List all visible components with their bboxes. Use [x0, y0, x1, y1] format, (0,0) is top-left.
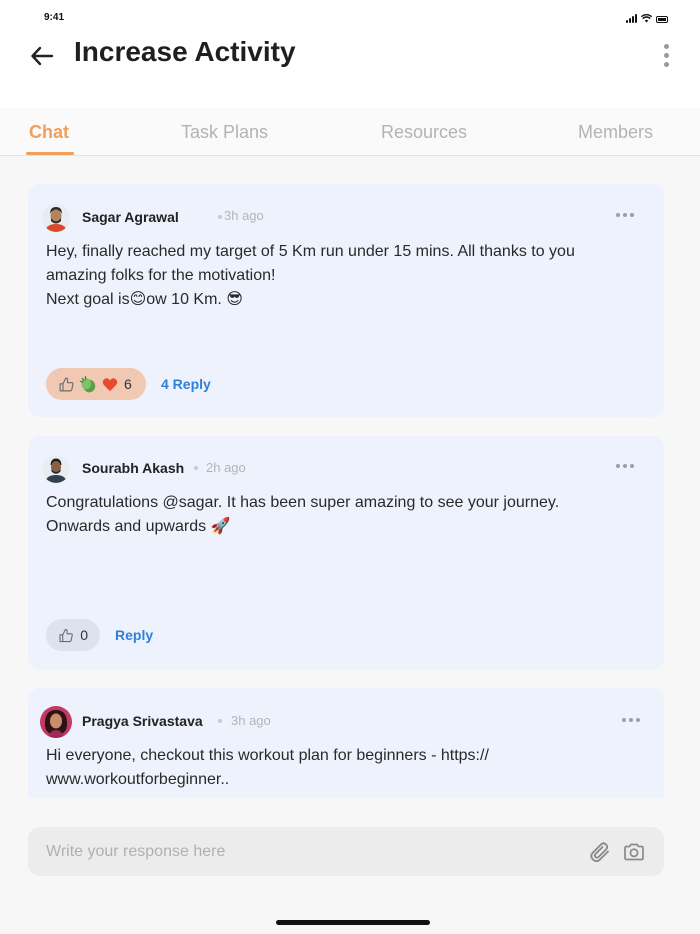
post-card: Sourabh Akash 2h ago Congratulations @sa…: [28, 436, 664, 670]
back-arrow-icon: [31, 46, 54, 66]
page-title: Increase Activity: [74, 36, 296, 67]
tab-bar: Chat Task Plans Resources Members: [0, 108, 700, 156]
message-line: Next goal is😊ow 10 Km. 😎: [46, 291, 243, 308]
camera-button[interactable]: [622, 840, 646, 864]
reactions-pill[interactable]: 0: [46, 619, 100, 651]
tab-task-plans[interactable]: Task Plans: [181, 122, 268, 143]
message-line: www.workoutforbeginner..: [46, 771, 230, 788]
message-line: Congratulations @sagar. It has been supe…: [46, 494, 560, 511]
back-button[interactable]: [26, 40, 58, 72]
tab-resources[interactable]: Resources: [381, 122, 467, 143]
post-time: 2h ago: [206, 460, 246, 475]
more-horizontal-icon[interactable]: [612, 209, 638, 221]
composer: [28, 827, 664, 876]
more-horizontal-icon[interactable]: [618, 714, 644, 726]
post-author[interactable]: Sourabh Akash: [82, 460, 184, 476]
chat-feed[interactable]: Sagar Agrawal 3h ago Hey, finally reache…: [0, 157, 700, 798]
active-tab-indicator: [26, 152, 74, 155]
battery-icon: [656, 16, 668, 23]
status-time: 9:41: [44, 12, 65, 23]
thumbs-up-icon: [59, 377, 74, 391]
home-indicator: [276, 920, 430, 925]
post-card: Pragya Srivastava 3h ago Hi everyone, ch…: [28, 688, 664, 798]
separator-dot: [218, 215, 222, 219]
clapping-hands-icon: [80, 375, 96, 392]
tab-chat[interactable]: Chat: [29, 122, 69, 143]
attachment-button[interactable]: [588, 840, 612, 864]
message-line: Onwards and upwards 🚀: [46, 518, 231, 535]
signal-icon: [626, 14, 637, 23]
reaction-count: 6: [124, 376, 132, 392]
post-message: Congratulations @sagar. It has been supe…: [46, 491, 626, 539]
avatar[interactable]: [42, 455, 70, 483]
reply-link[interactable]: Reply: [115, 627, 153, 643]
more-vertical-icon[interactable]: [660, 40, 672, 70]
post-time: 3h ago: [224, 208, 264, 223]
wifi-icon: [641, 14, 652, 23]
attachment-icon: [590, 842, 609, 863]
tab-members[interactable]: Members: [578, 122, 653, 143]
top-bar: 9:41 Increase Activity: [0, 0, 700, 108]
post-message: Hi everyone, checkout this workout plan …: [46, 744, 626, 792]
more-horizontal-icon[interactable]: [612, 460, 638, 472]
reactions-pill[interactable]: 6: [46, 368, 146, 400]
message-line: amazing folks for the motivation!: [46, 267, 276, 284]
separator-dot: [218, 719, 222, 723]
post-card: Sagar Agrawal 3h ago Hey, finally reache…: [28, 184, 664, 417]
post-time: 3h ago: [231, 713, 271, 728]
response-input[interactable]: [46, 827, 566, 876]
reaction-count: 0: [80, 627, 88, 643]
avatar[interactable]: [42, 204, 70, 232]
avatar[interactable]: [40, 706, 72, 738]
thumbs-up-icon: [59, 628, 73, 642]
status-icons: [626, 12, 668, 23]
message-line: Hi everyone, checkout this workout plan …: [46, 747, 489, 764]
reply-link[interactable]: 4 Reply: [161, 376, 211, 392]
separator-dot: [194, 466, 198, 470]
camera-icon: [624, 843, 644, 861]
post-author[interactable]: Sagar Agrawal: [82, 209, 179, 225]
message-line: Hey, finally reached my target of 5 Km r…: [46, 243, 575, 260]
post-author[interactable]: Pragya Srivastava: [82, 713, 203, 729]
heart-icon: [102, 377, 118, 391]
post-message: Hey, finally reached my target of 5 Km r…: [46, 240, 626, 312]
